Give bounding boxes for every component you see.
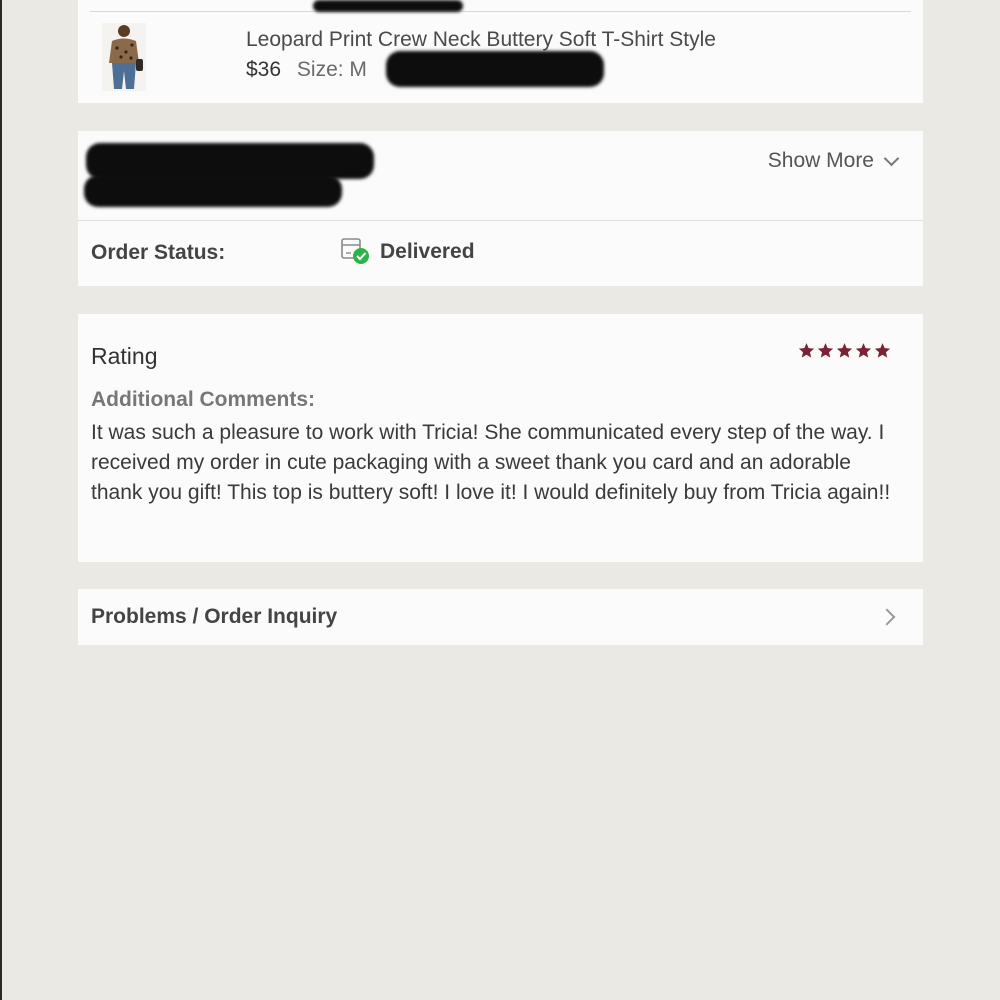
delivered-package-icon [341, 238, 369, 264]
price-row: $36 Size: M [246, 58, 367, 82]
star-icon [817, 343, 834, 358]
divider [78, 220, 923, 221]
show-more-button[interactable]: Show More [767, 149, 900, 173]
problems-label: Problems / Order Inquiry [91, 605, 338, 628]
star-rating [798, 342, 891, 359]
comments-text: It was such a pleasure to work with Tric… [91, 421, 891, 504]
divider [90, 11, 911, 12]
product-size: Size: M [296, 58, 367, 81]
order-status-label: Order Status: [91, 241, 226, 264]
star-icon [855, 343, 872, 358]
star-icon [798, 343, 815, 358]
rating-card: Rating Additional Comments: It was such … [78, 314, 923, 562]
pricing-status-card: Show More Order Status: Delivered [78, 131, 923, 286]
rating-title: Rating [91, 343, 158, 369]
chevron-right-icon [878, 608, 896, 626]
redaction-mark [84, 175, 342, 207]
redaction-mark [386, 51, 604, 87]
show-more-label: Show More [767, 149, 874, 172]
comments-label: Additional Comments: [91, 388, 315, 411]
problems-order-inquiry-row[interactable]: Problems / Order Inquiry [78, 589, 923, 645]
product-price: $36 [246, 58, 282, 81]
star-icon [874, 343, 891, 358]
redaction-mark [86, 143, 374, 179]
redaction-mark [313, 0, 463, 12]
order-status-value: Delivered [380, 240, 475, 263]
order-item-card[interactable]: Leopard Print Crew Neck Buttery Soft T-S… [78, 0, 923, 103]
product-title: Leopard Print Crew Neck Buttery Soft T-S… [246, 28, 716, 51]
star-icon [836, 343, 853, 358]
product-thumbnail [102, 23, 146, 91]
screen-edge [0, 0, 2, 1000]
chevron-down-icon [883, 150, 900, 167]
